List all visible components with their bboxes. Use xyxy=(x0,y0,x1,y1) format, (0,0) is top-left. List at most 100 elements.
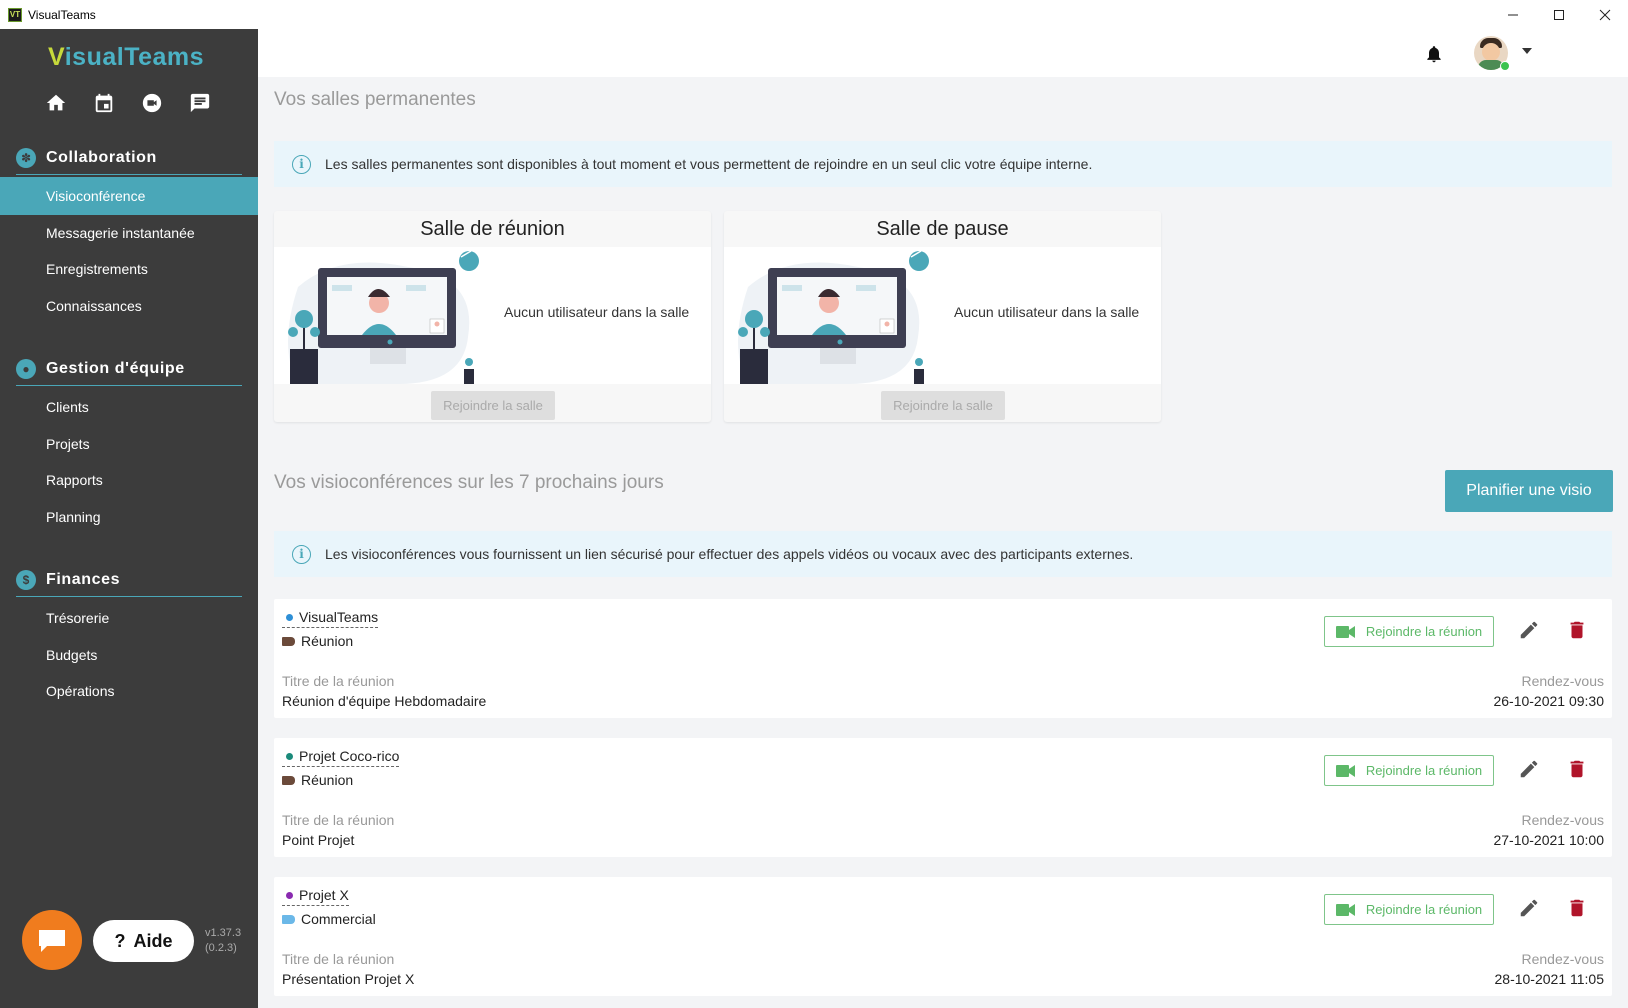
tag-icon xyxy=(282,915,295,924)
join-meeting-button[interactable]: Rejoindre la réunion xyxy=(1324,755,1494,786)
delete-trash-icon[interactable] xyxy=(1566,897,1588,924)
video-camera-icon xyxy=(1336,625,1356,639)
team-icon: ● xyxy=(16,359,36,379)
section-title: Finances xyxy=(46,571,120,589)
join-room-button[interactable]: Rejoindre la salle xyxy=(881,391,1005,420)
logo-text: isualTeams xyxy=(65,43,204,71)
sidebar-item-visioconference[interactable]: Visioconférence xyxy=(0,177,258,215)
join-meeting-label: Rejoindre la réunion xyxy=(1366,763,1482,778)
meeting-tag: Réunion xyxy=(282,633,353,649)
close-icon xyxy=(1599,9,1611,21)
sidebar-item-enregistrements[interactable]: Enregistrements xyxy=(0,250,258,288)
sidebar-item-planning[interactable]: Planning xyxy=(0,498,258,536)
edit-pencil-icon[interactable] xyxy=(1518,758,1540,785)
meeting-project[interactable]: VisualTeams xyxy=(282,609,378,628)
live-chat-button[interactable] xyxy=(22,910,82,970)
meeting-project[interactable]: Projet Coco-rico xyxy=(282,748,399,767)
delete-trash-icon[interactable] xyxy=(1566,758,1588,785)
meeting-date: 27-10-2021 10:00 xyxy=(1493,832,1604,848)
chat-icon[interactable] xyxy=(188,91,212,115)
home-icon[interactable] xyxy=(44,91,68,115)
sidebar-item-messagerie[interactable]: Messagerie instantanée xyxy=(0,214,258,252)
section-finances: $ Finances xyxy=(16,565,242,597)
project-name: Projet X xyxy=(299,887,349,903)
section-gestion: ● Gestion d'équipe xyxy=(16,354,242,386)
join-meeting-button[interactable]: Rejoindre la réunion xyxy=(1324,894,1494,925)
app-icon: VT xyxy=(8,8,22,22)
room-status: Aucun utilisateur dans la salle xyxy=(504,304,689,320)
meeting-date-label: Rendez-vous xyxy=(1522,812,1605,828)
permanent-rooms-title: Vos salles permanentes xyxy=(274,89,476,111)
calendar-icon[interactable] xyxy=(92,91,116,115)
section-title: Gestion d'équipe xyxy=(46,360,185,378)
top-header xyxy=(258,29,1628,77)
meeting-card: Projet Coco-rico Réunion Titre de la réu… xyxy=(274,738,1612,857)
room-card-reunion: Salle de réunion xyxy=(274,211,711,422)
meeting-tag: Commercial xyxy=(282,911,376,927)
version-info: v1.37.3 (0.2.3) xyxy=(205,926,241,956)
main-content: Vos salles permanentes i Les salles perm… xyxy=(258,77,1628,1008)
app-logo[interactable]: VisualTeams xyxy=(48,43,204,72)
build-number: (0.2.3) xyxy=(205,941,241,956)
notification-bell-icon[interactable] xyxy=(1424,43,1444,70)
window-titlebar: VT VisualTeams xyxy=(0,0,1628,29)
meeting-tag: Réunion xyxy=(282,772,353,788)
sidebar-item-budgets[interactable]: Budgets xyxy=(0,636,258,674)
project-dot-icon xyxy=(286,892,293,899)
project-dot-icon xyxy=(286,614,293,621)
join-meeting-label: Rejoindre la réunion xyxy=(1366,902,1482,917)
room-title: Salle de pause xyxy=(724,211,1161,247)
project-dot-icon xyxy=(286,753,293,760)
plan-visio-button[interactable]: Planifier une visio xyxy=(1445,470,1613,512)
room-card-pause: Salle de pause xyxy=(724,211,1161,422)
sidebar-item-operations[interactable]: Opérations xyxy=(0,672,258,710)
collaboration-icon: ✽ xyxy=(16,148,36,168)
online-status-icon xyxy=(1500,61,1510,71)
meeting-date: 26-10-2021 09:30 xyxy=(1493,693,1604,709)
section-title: Collaboration xyxy=(46,149,157,167)
meeting-title: Point Projet xyxy=(282,832,354,848)
project-name: Projet Coco-rico xyxy=(299,748,399,764)
meeting-title-label: Titre de la réunion xyxy=(282,951,394,967)
meeting-card: VisualTeams Réunion Titre de la réunion … xyxy=(274,599,1612,718)
video-camera-icon xyxy=(1336,764,1356,778)
project-name: VisualTeams xyxy=(299,609,378,625)
sidebar-item-tresorerie[interactable]: Trésorerie xyxy=(0,599,258,637)
room-illustration xyxy=(728,247,938,384)
room-title: Salle de réunion xyxy=(274,211,711,247)
maximize-button[interactable] xyxy=(1536,0,1582,29)
meeting-date-label: Rendez-vous xyxy=(1522,673,1605,689)
info-text: Les visioconférences vous fournissent un… xyxy=(325,546,1133,562)
help-icon: ? xyxy=(114,931,125,952)
meeting-title-label: Titre de la réunion xyxy=(282,812,394,828)
version-number: v1.37.3 xyxy=(205,926,241,941)
delete-trash-icon[interactable] xyxy=(1566,619,1588,646)
video-call-icon[interactable] xyxy=(140,91,164,115)
sidebar-item-connaissances[interactable]: Connaissances xyxy=(0,287,258,325)
close-button[interactable] xyxy=(1582,0,1628,29)
join-room-button[interactable]: Rejoindre la salle xyxy=(431,391,555,420)
maximize-icon xyxy=(1553,9,1565,21)
room-illustration xyxy=(278,247,488,384)
section-collaboration: ✽ Collaboration xyxy=(16,143,242,175)
info-text: Les salles permanentes sont disponibles … xyxy=(325,156,1092,172)
tag-label: Commercial xyxy=(301,911,376,927)
dollar-icon: $ xyxy=(16,570,36,590)
minimize-icon xyxy=(1507,9,1519,21)
tag-label: Réunion xyxy=(301,633,353,649)
join-meeting-button[interactable]: Rejoindre la réunion xyxy=(1324,616,1494,647)
sidebar-item-clients[interactable]: Clients xyxy=(0,388,258,426)
edit-pencil-icon[interactable] xyxy=(1518,619,1540,646)
sidebar-item-rapports[interactable]: Rapports xyxy=(0,461,258,499)
user-menu-caret-icon[interactable] xyxy=(1522,48,1532,54)
window-title: VisualTeams xyxy=(28,8,96,22)
edit-pencil-icon[interactable] xyxy=(1518,897,1540,924)
sidebar-item-projets[interactable]: Projets xyxy=(0,425,258,463)
meeting-card: Projet X Commercial Titre de la réunion … xyxy=(274,877,1612,996)
video-camera-icon xyxy=(1336,903,1356,917)
minimize-button[interactable] xyxy=(1490,0,1536,29)
meeting-project[interactable]: Projet X xyxy=(282,887,349,906)
help-button[interactable]: ? Aide xyxy=(93,920,194,962)
meeting-date-label: Rendez-vous xyxy=(1522,951,1605,967)
meeting-title-label: Titre de la réunion xyxy=(282,673,394,689)
